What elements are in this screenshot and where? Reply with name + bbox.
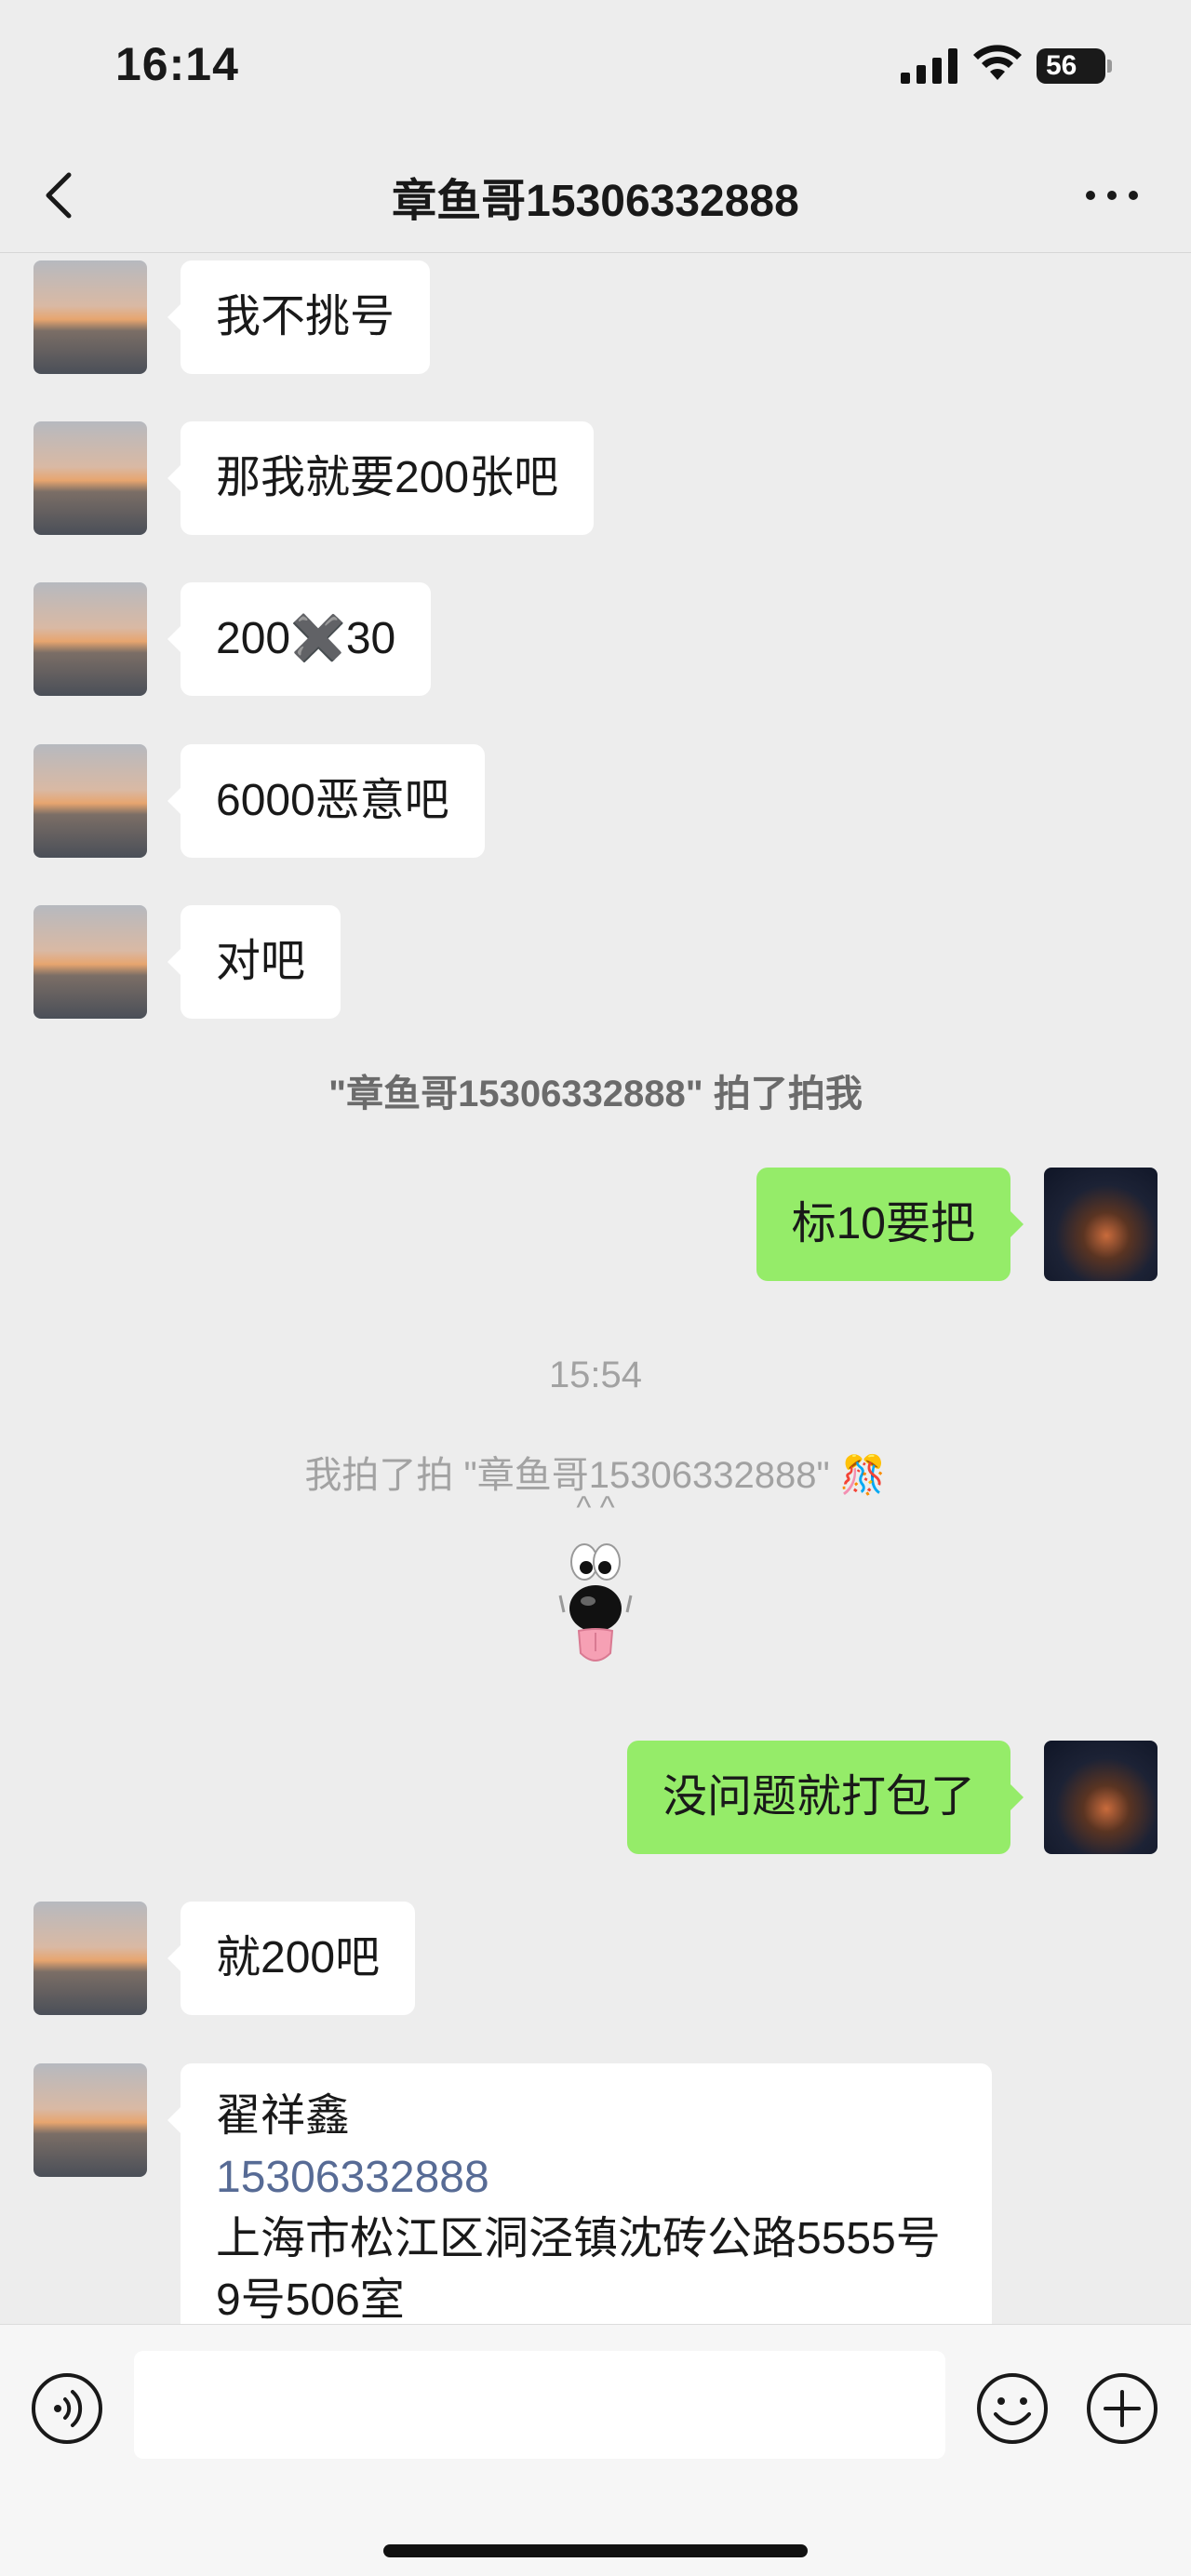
battery-tip [1107,60,1112,73]
my-avatar[interactable] [1044,1741,1158,1854]
more-options-icon[interactable] [1079,177,1144,214]
message-bubble-sent[interactable]: 标10要把 [756,1168,1024,1281]
dog-face-sticker-icon [558,1543,633,1662]
chat-message-list[interactable]: 我不挑号 那我就要200张吧 200✖️30 6000恶意吧 对吧 "章鱼哥15… [0,254,1191,2324]
chat-header: 章鱼哥15306332888 [0,140,1191,253]
wifi-icon [973,45,1022,80]
cellular-signal-icon [901,48,957,84]
emoji-icon[interactable] [975,2371,1050,2446]
message-bubble[interactable]: 200✖️30 [167,582,432,696]
message-bubble[interactable]: 就200吧 [167,1902,416,2015]
battery-level: 56 [1037,48,1105,84]
timestamp: 15:54 [548,1355,643,1395]
home-indicator[interactable] [383,2544,808,2557]
plus-icon[interactable] [1085,2371,1159,2446]
recipient-address: 上海市松江区洞泾镇沈砖公路5555号9号506室 [216,2214,941,2324]
contact-avatar[interactable] [33,260,147,374]
contact-avatar[interactable] [33,582,147,696]
message-bubble[interactable]: 我不挑号 [167,260,431,374]
status-bar: 16:14 56 [0,0,1191,140]
recipient-name: 翟祥鑫 [216,2091,351,2141]
message-bubble[interactable]: 6000恶意吧 [167,744,485,858]
contact-avatar[interactable] [33,1902,147,2015]
address-message-bubble[interactable]: 翟祥鑫 15306332888 上海市松江区洞泾镇沈砖公路5555号9号506室 [167,2063,992,2324]
voice-input-icon[interactable] [30,2371,104,2446]
pat-notice: "章鱼哥15306332888" 拍了拍我 [328,1074,863,1114]
contact-avatar[interactable] [33,744,147,858]
input-bar [0,2324,1191,2576]
contact-avatar[interactable] [33,905,147,1019]
contact-avatar[interactable] [33,421,147,535]
my-avatar[interactable] [1044,1168,1158,1281]
battery-icon: 56 [1037,48,1112,84]
message-input[interactable] [134,2351,945,2459]
chat-title: 章鱼哥15306332888 [392,177,799,226]
contact-avatar[interactable] [33,2063,147,2177]
pat-suffix: ^ ^ [576,1490,615,1526]
message-bubble[interactable]: 对吧 [167,905,341,1019]
message-bubble-sent[interactable]: 没问题就打包了 [626,1741,1024,1854]
message-bubble[interactable]: 那我就要200张吧 [167,421,595,535]
status-time: 16:14 [115,38,239,90]
recipient-phone-link[interactable]: 15306332888 [216,2147,957,2209]
